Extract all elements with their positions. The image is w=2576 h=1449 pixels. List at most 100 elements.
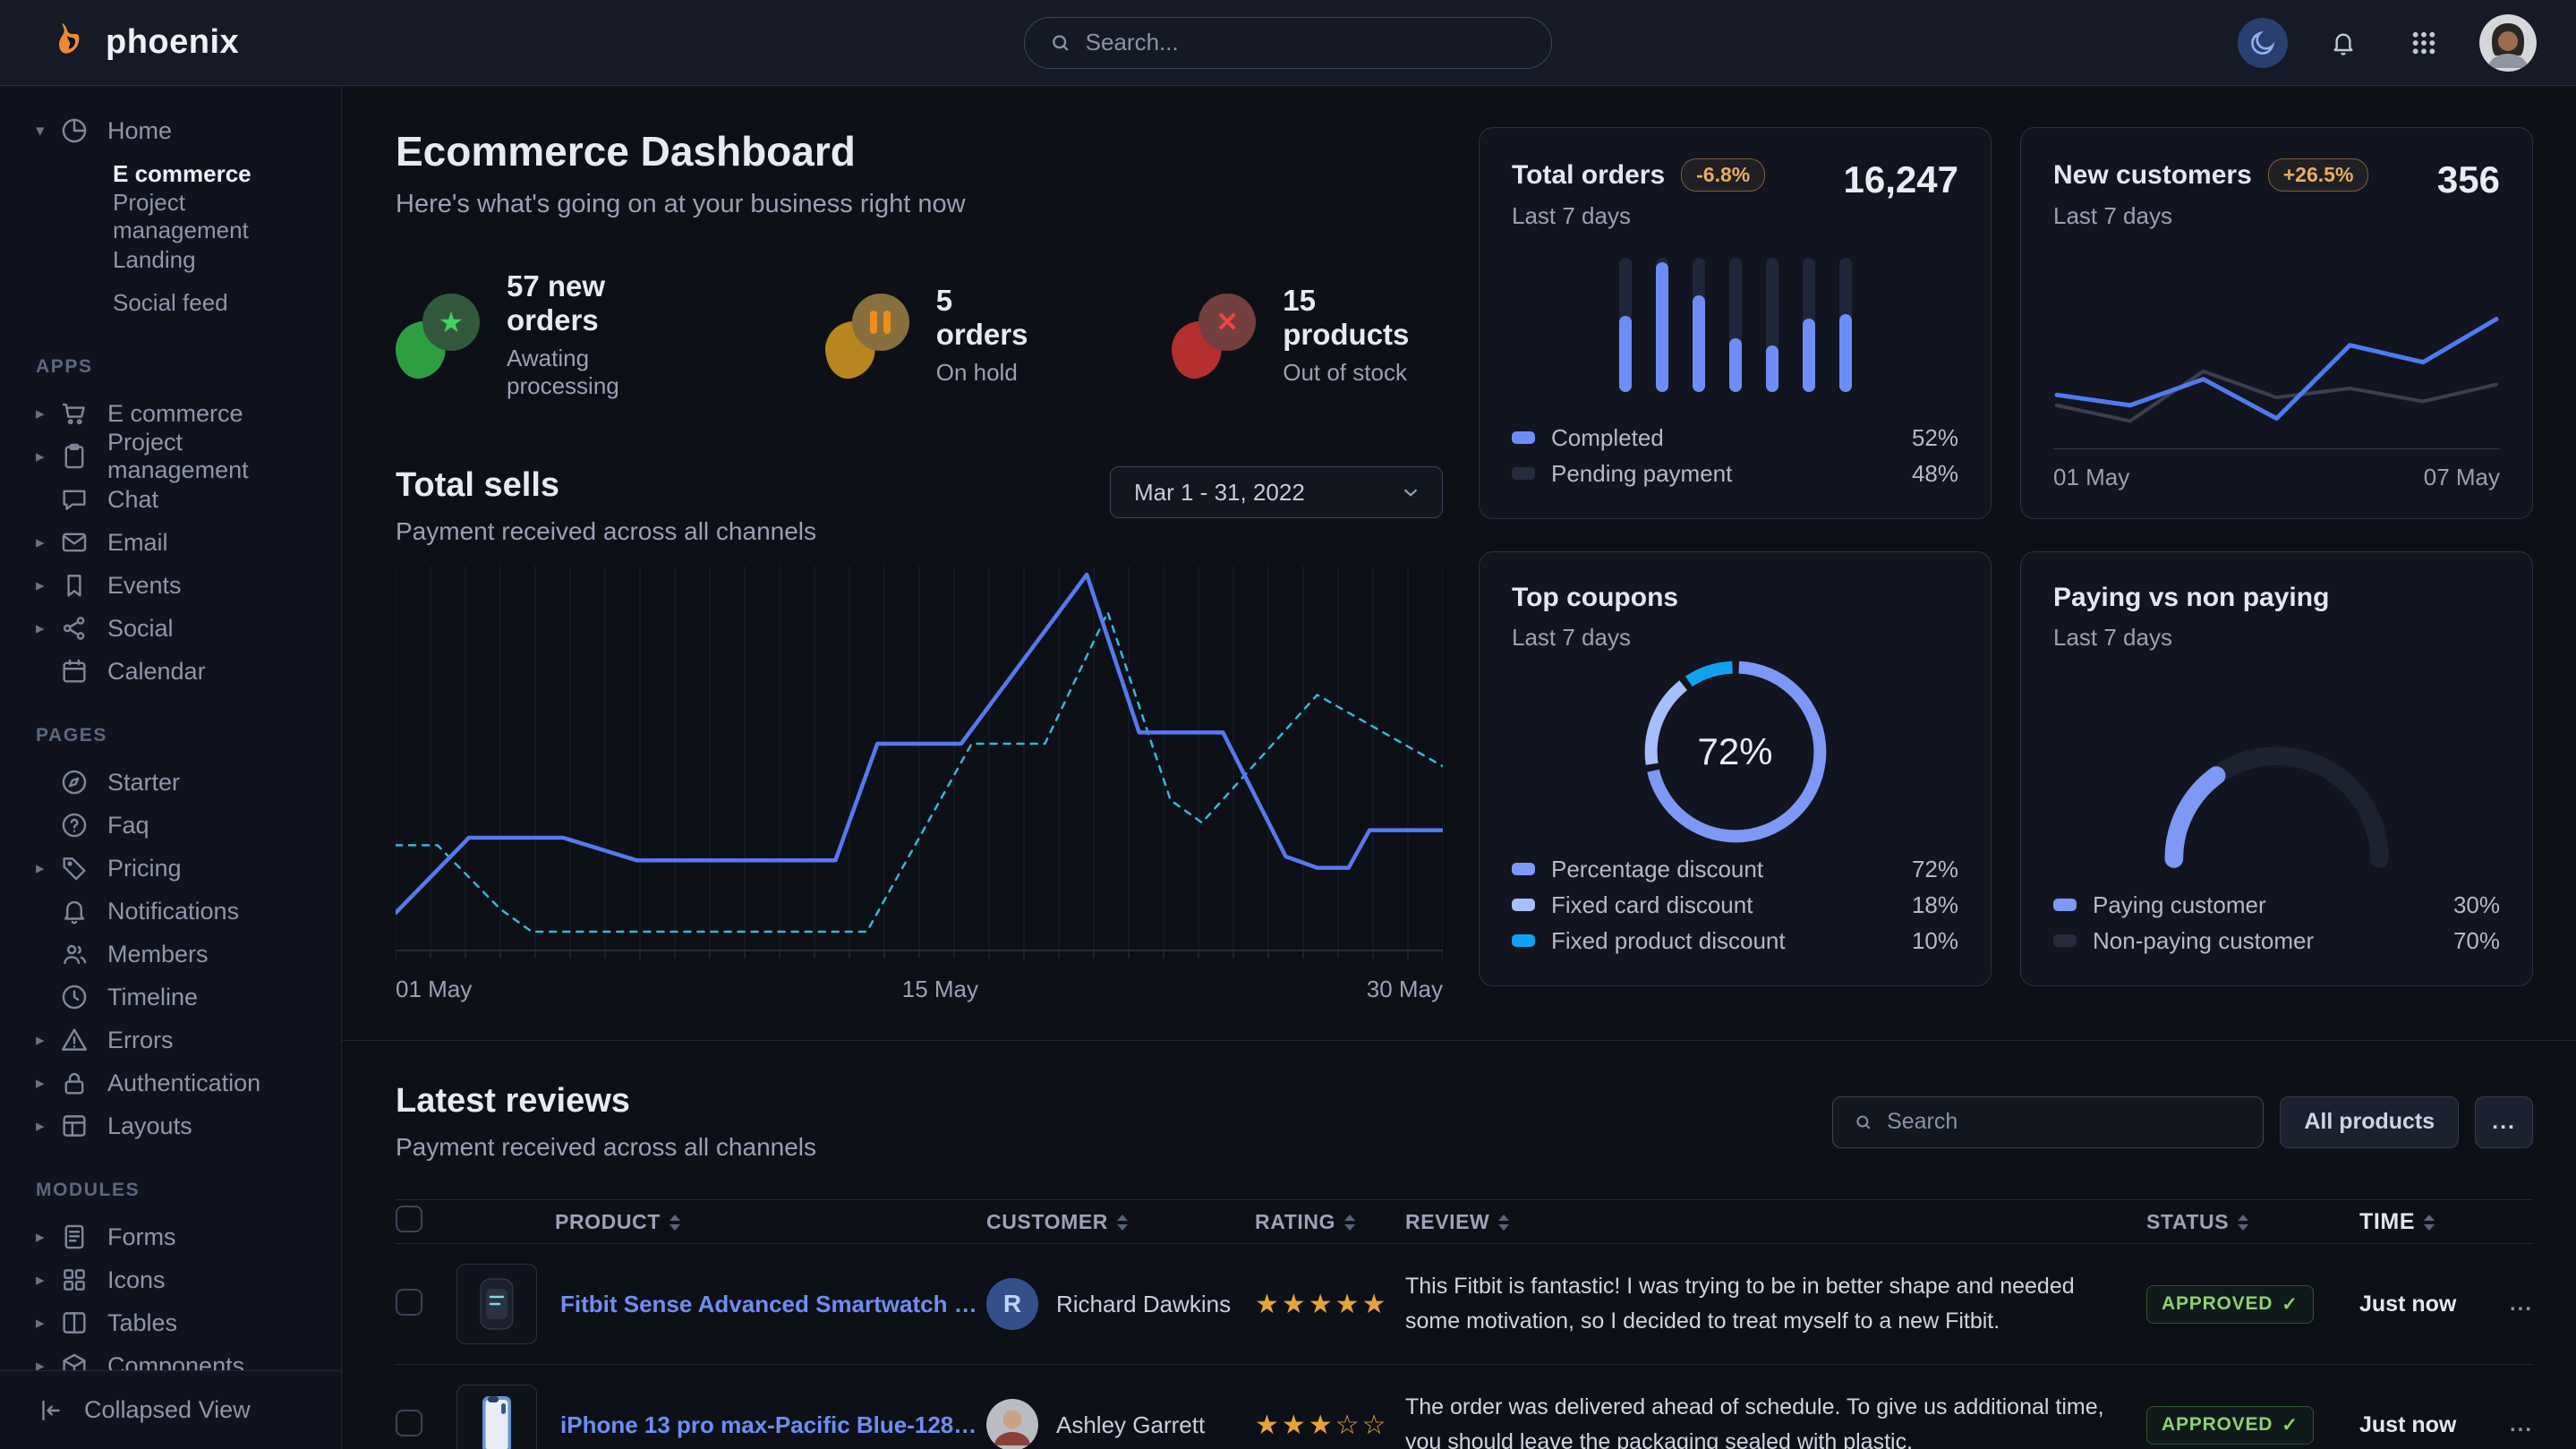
pause-icon [852, 294, 909, 351]
user-avatar[interactable] [2479, 14, 2537, 72]
calendar-icon [59, 656, 90, 686]
product-link[interactable]: iPhone 13 pro max-Pacific Blue-128GB sto… [560, 1411, 986, 1439]
trend-badge: +26.5% [2268, 158, 2369, 192]
search-input[interactable] [1086, 29, 1528, 56]
reviews-search-input[interactable] [1887, 1109, 2243, 1135]
pie-chart-icon [59, 115, 90, 146]
all-products-button[interactable]: All products [2280, 1096, 2459, 1148]
sidebar-item-calendar[interactable]: Calendar [0, 650, 325, 693]
app: phoenix [0, 0, 2576, 1449]
navbar-search[interactable] [1024, 17, 1552, 69]
product-link[interactable]: Fitbit Sense Advanced Smartwatch with To… [560, 1291, 986, 1318]
table-row: iPhone 13 pro max-Pacific Blue-128GB sto… [396, 1365, 2533, 1449]
sidebar-subitem-project-management[interactable]: Project management [0, 195, 325, 238]
order-bar-fill [1729, 338, 1742, 392]
sidebar-item-label: Pricing [107, 855, 182, 882]
donut-center-label: 72% [1630, 646, 1841, 857]
customer-name: Ashley Garrett [1056, 1411, 1205, 1439]
reviews-search[interactable] [1832, 1096, 2264, 1148]
sidebar-item-label: Calendar [107, 658, 206, 686]
sidebar-item-faq[interactable]: Faq [0, 804, 325, 847]
sort-icon [670, 1214, 680, 1232]
phoenix-logo-icon [50, 20, 91, 65]
notifications-button[interactable] [2318, 18, 2368, 68]
caret-right-icon: ▸ [36, 1356, 59, 1371]
column-header-time[interactable]: TIME [2359, 1209, 2494, 1235]
sidebar-item-notifications[interactable]: Notifications [0, 890, 325, 933]
sidebar-item-chat[interactable]: Chat [0, 478, 325, 521]
out-of-stock-icon: ✕ [1172, 292, 1258, 378]
row-more-button[interactable]: ... [2494, 1412, 2533, 1437]
sidebar-section-label: MODULES [0, 1180, 325, 1201]
theme-toggle-button[interactable] [2238, 18, 2288, 68]
brand[interactable]: phoenix [50, 20, 239, 65]
shell: ▾HomeE commerceProject managementLanding… [0, 86, 2576, 1449]
stat-new-orders: ★ 57 new orders Awating processing [396, 269, 700, 400]
axis-tick: 01 May [2053, 464, 2129, 491]
latest-reviews-section: Latest reviews Payment received across a… [396, 1041, 2533, 1449]
apps-menu-button[interactable] [2399, 18, 2449, 68]
column-header-rating[interactable]: RATING [1255, 1210, 1405, 1234]
stat-title: 5 orders [936, 284, 1046, 352]
column-header-customer[interactable]: CUSTOMER [986, 1210, 1255, 1234]
time-cell: Just now [2359, 1412, 2494, 1438]
row-checkbox[interactable] [396, 1410, 422, 1436]
axis-tick: 15 May [902, 976, 978, 1003]
chat-icon [59, 484, 90, 515]
caret-right-icon: ▸ [36, 447, 59, 467]
sidebar-item-authentication[interactable]: ▸Authentication [0, 1061, 325, 1104]
sidebar-item-members[interactable]: Members [0, 933, 325, 976]
order-bar-fill [1619, 316, 1632, 393]
column-header-status[interactable]: STATUS [2146, 1210, 2359, 1234]
row-checkbox[interactable] [396, 1289, 422, 1316]
legend-label: Fixed product discount [1551, 927, 1786, 955]
sidebar-item-errors[interactable]: ▸Errors [0, 1019, 325, 1061]
grid-icon [59, 1265, 90, 1295]
status-label: APPROVED [2162, 1414, 2273, 1436]
sidebar-item-home[interactable]: ▾Home [0, 109, 325, 152]
card-title: Paying vs non paying [2053, 583, 2329, 613]
rating-stars: ★★★☆☆ [1255, 1411, 1388, 1440]
caret-right-icon: ▸ [36, 1030, 59, 1051]
total-sells-title: Total sells [396, 466, 816, 505]
sidebar-item-events[interactable]: ▸Events [0, 564, 325, 607]
card-title: New customers [2053, 160, 2252, 191]
legend-value: 18% [1912, 891, 1958, 919]
navbar-actions [2238, 14, 2537, 72]
caret-right-icon: ▸ [36, 1073, 59, 1094]
legend-item: Completed 52% [1512, 420, 1958, 456]
sidebar-item-tables[interactable]: ▸Tables [0, 1301, 325, 1344]
axis-tick: 30 May [1367, 976, 1443, 1003]
x-icon: ✕ [1198, 294, 1256, 351]
sidebar-item-timeline[interactable]: Timeline [0, 976, 325, 1019]
caret-right-icon: ▸ [36, 533, 59, 553]
search-icon [1048, 30, 1073, 56]
sidebar-item-social[interactable]: ▸Social [0, 607, 325, 650]
select-all-checkbox[interactable] [396, 1206, 422, 1232]
caret-right-icon: ▸ [36, 404, 59, 424]
column-header-review[interactable]: REVIEW [1405, 1210, 2146, 1234]
sidebar-item-email[interactable]: ▸Email [0, 521, 325, 564]
sidebar-subitem-landing[interactable]: Landing [0, 238, 325, 281]
legend-swatch [2053, 934, 2077, 947]
column-header-product[interactable]: PRODUCT [456, 1210, 986, 1234]
caret-right-icon: ▸ [36, 618, 59, 639]
reviews-title: Latest reviews [396, 1082, 816, 1121]
collapse-sidebar-button[interactable]: Collapsed View [0, 1370, 341, 1449]
sidebar-item-project-management[interactable]: ▸Project management [0, 435, 325, 478]
sidebar-subitem-social-feed[interactable]: Social feed [0, 281, 325, 324]
layout-icon [59, 1111, 90, 1141]
date-range-select[interactable]: Mar 1 - 31, 2022 [1110, 466, 1443, 518]
sidebar-item-forms[interactable]: ▸Forms [0, 1215, 325, 1258]
sidebar-item-components[interactable]: ▸Components [0, 1344, 325, 1370]
lock-icon [59, 1068, 90, 1098]
apps-grid-icon [2410, 29, 2438, 57]
row-more-button[interactable]: ... [2494, 1291, 2533, 1317]
sidebar-item-icons[interactable]: ▸Icons [0, 1258, 325, 1301]
reviews-more-button[interactable]: ... [2475, 1096, 2533, 1148]
sidebar-item-layouts[interactable]: ▸Layouts [0, 1104, 325, 1147]
new-customers-chart: 01 May 07 May [2053, 230, 2500, 491]
sidebar-item-pricing[interactable]: ▸Pricing [0, 847, 325, 890]
table-header: PRODUCT CUSTOMER RATING REVIEW STATUS TI… [396, 1199, 2533, 1244]
sidebar-item-starter[interactable]: Starter [0, 761, 325, 804]
